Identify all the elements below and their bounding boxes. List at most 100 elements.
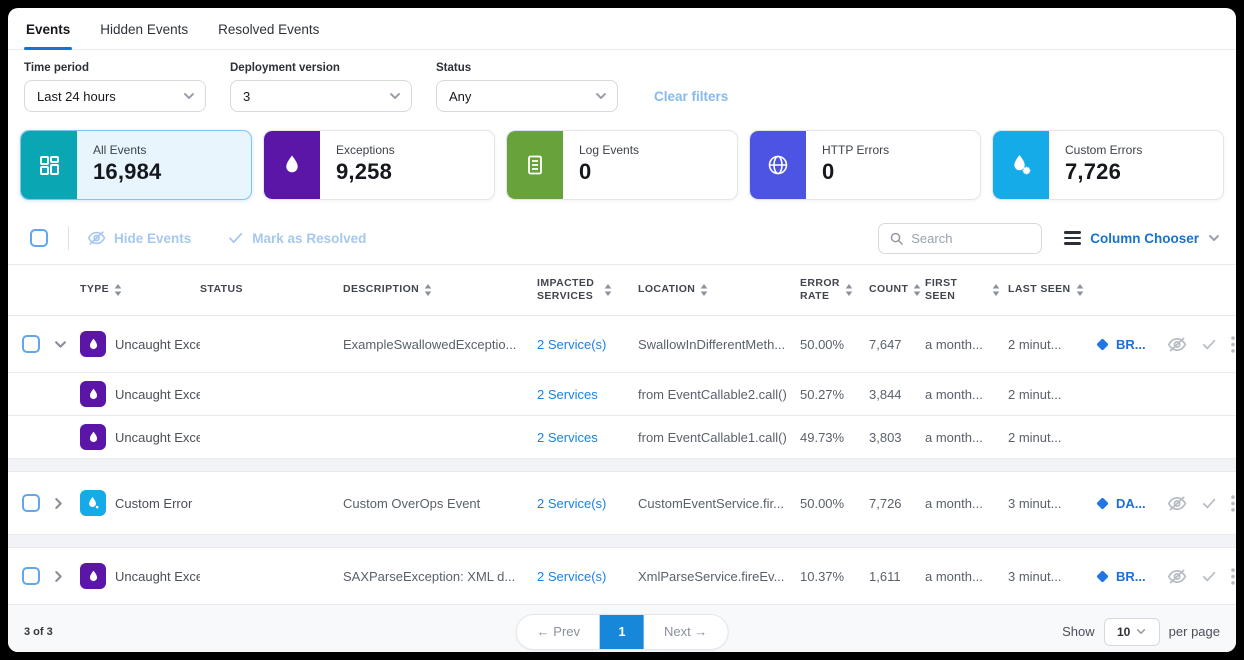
kebab-menu-icon[interactable] [1231,336,1235,353]
tab-hidden-events[interactable]: Hidden Events [98,12,190,49]
search-input[interactable] [911,231,1021,246]
error-rate-cell: 50.27% [800,387,869,402]
deployment-version-select[interactable]: 3 [230,80,412,112]
hide-event-icon[interactable] [1167,493,1188,514]
card-label: HTTP Errors [822,143,889,157]
jira-ticket-label: BR... [1116,337,1146,352]
next-page-button[interactable]: Next → [644,614,727,650]
chevron-down-icon [595,92,607,100]
card-log-events[interactable]: Log Events 0 [506,130,738,200]
column-header-error-rate[interactable]: ERROR RATE [800,277,869,303]
column-header-label: FIRST SEEN [925,277,987,303]
column-header-location[interactable]: LOCATION [638,283,800,296]
flame-gear-icon [993,131,1049,199]
card-http-errors[interactable]: HTTP Errors 0 [749,130,981,200]
sort-icon[interactable] [114,284,122,296]
clear-filters-button[interactable]: Clear filters [654,89,728,112]
row-checkbox[interactable] [22,567,40,585]
services-link[interactable]: 2 Service(s) [537,569,638,584]
select-value: Last 24 hours [37,89,116,104]
hide-event-icon[interactable] [1167,334,1188,355]
card-text: Log Events 0 [563,131,639,199]
column-header-status[interactable]: STATUS [200,283,343,296]
first-seen-cell: a month... [925,387,1008,402]
kebab-menu-icon[interactable] [1231,495,1235,512]
prev-page-button[interactable]: ← Prev [517,614,600,650]
resolve-icon[interactable] [1201,336,1218,353]
column-header-count[interactable]: COUNT [869,283,925,296]
last-seen-cell: 3 minut... [1008,496,1095,511]
column-header-description[interactable]: DESCRIPTION [343,283,537,296]
column-header-last-seen[interactable]: LAST SEEN [1008,283,1095,296]
table-footer: 3 of 3 ← Prev 1 Next → Show 10 per page [8,604,1236,652]
last-seen-cell: 3 minut... [1008,569,1095,584]
column-header-label: COUNT [869,283,908,296]
select-all-checkbox[interactable] [30,229,48,247]
event-type: Uncaught Exce... [115,387,200,402]
sort-icon[interactable] [845,284,853,296]
resolve-icon[interactable] [1201,568,1218,585]
event-type: Custom Error [115,496,192,511]
card-exceptions[interactable]: Exceptions 9,258 [263,130,495,200]
services-link[interactable]: 2 Services [537,387,638,402]
table-subrow[interactable]: Uncaught Exce... 2 Services from EventCa… [8,372,1236,415]
chevron-right-icon[interactable] [54,570,80,583]
table-row[interactable]: Uncaught Exce... SAXParseException: XML … [8,548,1236,604]
sort-icon[interactable] [424,284,432,296]
count-cell: 7,726 [869,496,925,511]
jira-ticket-link[interactable]: BR... [1095,337,1167,352]
chevron-right-icon[interactable] [54,497,80,510]
table-toolbar: Hide Events Mark as Resolved Column Choo… [8,212,1236,264]
column-chooser-button[interactable]: Column Chooser [1064,231,1220,246]
row-checkbox[interactable] [22,335,40,353]
page-size-select[interactable]: 10 [1104,618,1160,646]
sort-icon[interactable] [604,284,612,296]
card-value: 7,726 [1065,159,1142,185]
sort-icon[interactable] [1076,284,1084,296]
chevron-down-icon[interactable] [54,340,80,349]
status-select[interactable]: Any [436,80,618,112]
services-link[interactable]: 2 Services [537,430,638,445]
jira-icon [1095,569,1110,584]
column-header-label: TYPE [80,283,109,296]
table-subrow[interactable]: Uncaught Exce... 2 Services from EventCa… [8,415,1236,458]
jira-ticket-label: BR... [1116,569,1146,584]
table-row[interactable]: Custom Error Custom OverOps Event 2 Serv… [8,472,1236,534]
current-page-button[interactable]: 1 [600,614,644,650]
card-label: All Events [93,143,162,157]
mark-resolved-button[interactable]: Mark as Resolved [227,229,366,247]
description-cell: ExampleSwallowedExceptio... [343,337,537,352]
services-link[interactable]: 2 Service(s) [537,337,638,352]
location-cell: from EventCallable1.call() [638,430,800,445]
hide-event-icon[interactable] [1167,566,1188,587]
grid-icon [21,131,77,199]
column-header-label: IMPACTED SERVICES [537,277,599,303]
column-header-first-seen[interactable]: FIRST SEEN [925,277,1008,303]
time-period-select[interactable]: Last 24 hours [24,80,206,112]
hide-events-button[interactable]: Hide Events [87,228,191,248]
tab-events[interactable]: Events [24,12,72,49]
card-all-events[interactable]: All Events 16,984 [20,130,252,200]
sort-icon[interactable] [992,284,1000,296]
tab-resolved-events[interactable]: Resolved Events [216,12,321,49]
column-header-type[interactable]: TYPE [80,283,200,296]
column-header-impacted-services[interactable]: IMPACTED SERVICES [537,277,638,303]
sort-icon[interactable] [700,284,708,296]
card-value: 0 [579,159,639,185]
jira-ticket-link[interactable]: DA... [1095,496,1167,511]
card-text: Exceptions 9,258 [320,131,395,199]
resolve-icon[interactable] [1201,495,1218,512]
services-link[interactable]: 2 Service(s) [537,496,638,511]
filter-label: Status [436,62,618,74]
count-cell: 3,844 [869,387,925,402]
flame-icon [80,424,106,450]
jira-icon [1095,337,1110,352]
row-checkbox[interactable] [22,494,40,512]
jira-ticket-link[interactable]: BR... [1095,569,1167,584]
kebab-menu-icon[interactable] [1231,568,1235,585]
sort-icon[interactable] [913,284,921,296]
card-custom-errors[interactable]: Custom Errors 7,726 [992,130,1224,200]
column-header-label: ERROR RATE [800,277,840,303]
table-row[interactable]: Uncaught Exce... ExampleSwallowedExcepti… [8,316,1236,372]
stat-cards: All Events 16,984 Exceptions 9,258 Log E… [8,128,1236,212]
